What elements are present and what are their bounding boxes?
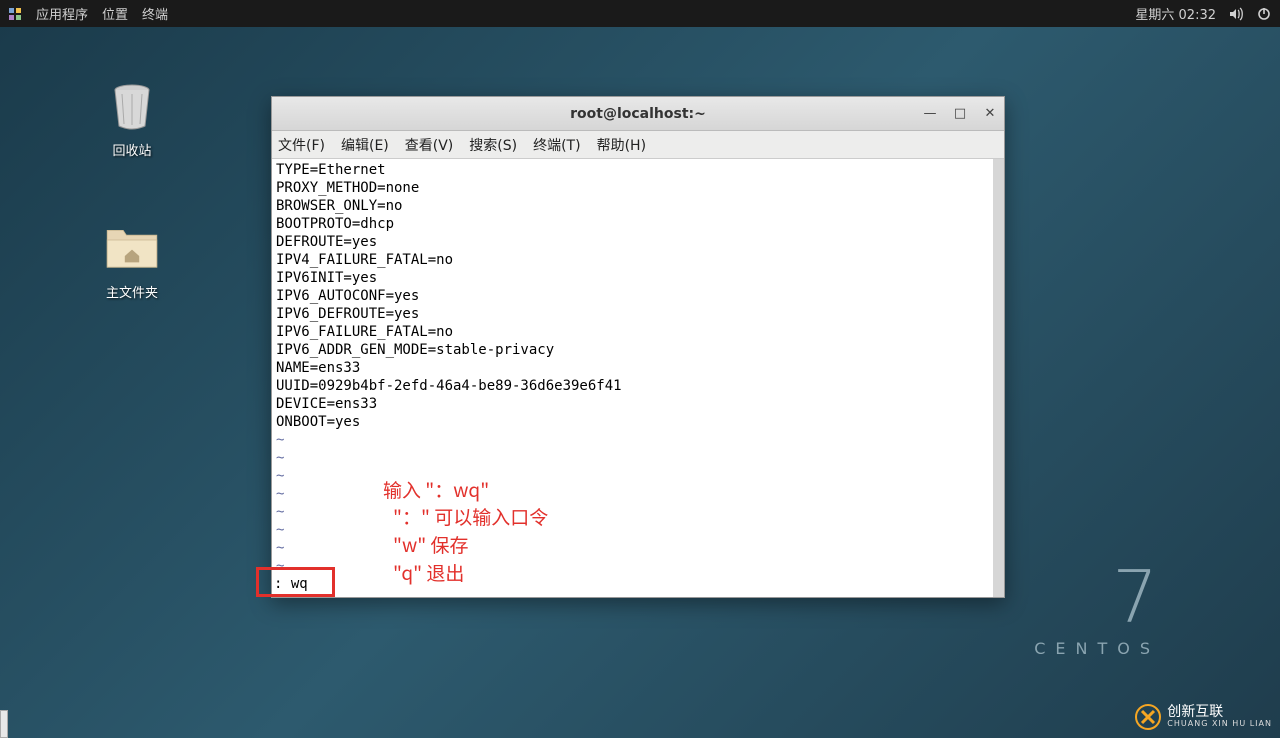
menu-places[interactable]: 位置 (102, 4, 128, 23)
close-button[interactable]: ✕ (982, 106, 998, 122)
centos-brand: 7 CENTOS (1034, 561, 1160, 658)
menu-file[interactable]: 文件(F) (278, 135, 325, 155)
menu-edit[interactable]: 编辑(E) (341, 135, 389, 155)
watermark: 创新互联 CHUANG XIN HU LIAN (1135, 704, 1272, 730)
centos-version: 7 (1034, 561, 1160, 633)
titlebar[interactable]: root@localhost:~ — □ ✕ (272, 97, 1004, 131)
terminal-body[interactable]: TYPE=Ethernet PROXY_METHOD=none BROWSER_… (272, 159, 1004, 597)
home-folder-icon (104, 220, 160, 276)
taskbar-indicator[interactable] (0, 710, 8, 738)
watermark-sub: CHUANG XIN HU LIAN (1167, 720, 1272, 729)
trash-label: 回收站 (112, 140, 151, 159)
activities-logo-icon[interactable] (8, 7, 22, 21)
window-title: root@localhost:~ (272, 106, 1004, 122)
trash-icon (104, 78, 160, 134)
watermark-logo-icon (1135, 704, 1161, 730)
volume-icon[interactable] (1228, 6, 1244, 22)
menu-view[interactable]: 查看(V) (405, 135, 454, 155)
watermark-name: 创新互联 (1167, 705, 1272, 720)
top-panel: 应用程序 位置 终端 星期六 02:32 (0, 0, 1280, 27)
vim-command-line: : wq (274, 576, 308, 592)
annotation-line-1: 输入 "：wq" (383, 476, 489, 503)
power-icon[interactable] (1256, 6, 1272, 22)
menu-terminal[interactable]: 终端(T) (533, 135, 580, 155)
menu-applications[interactable]: 应用程序 (36, 4, 88, 23)
home-label: 主文件夹 (106, 282, 158, 301)
centos-name: CENTOS (1034, 639, 1160, 658)
terminal-content: TYPE=Ethernet PROXY_METHOD=none BROWSER_… (276, 161, 1000, 575)
menu-search[interactable]: 搜索(S) (469, 135, 517, 155)
menu-help[interactable]: 帮助(H) (597, 135, 646, 155)
desktop-icon-home[interactable]: 主文件夹 (82, 220, 182, 301)
scrollbar[interactable] (993, 159, 1004, 597)
menu-terminal[interactable]: 终端 (142, 4, 168, 23)
clock[interactable]: 星期六 02:32 (1135, 4, 1216, 23)
annotation-line-3: "w" 保存 (393, 531, 469, 558)
terminal-window: root@localhost:~ — □ ✕ 文件(F) 编辑(E) 查看(V)… (271, 96, 1005, 598)
minimize-button[interactable]: — (922, 106, 938, 122)
annotation-line-4: "q" 退出 (393, 559, 464, 586)
desktop-icon-trash[interactable]: 回收站 (82, 78, 182, 159)
menubar: 文件(F) 编辑(E) 查看(V) 搜索(S) 终端(T) 帮助(H) (272, 131, 1004, 159)
annotation-line-2: "：" 可以输入口令 (393, 503, 548, 530)
maximize-button[interactable]: □ (952, 106, 968, 122)
